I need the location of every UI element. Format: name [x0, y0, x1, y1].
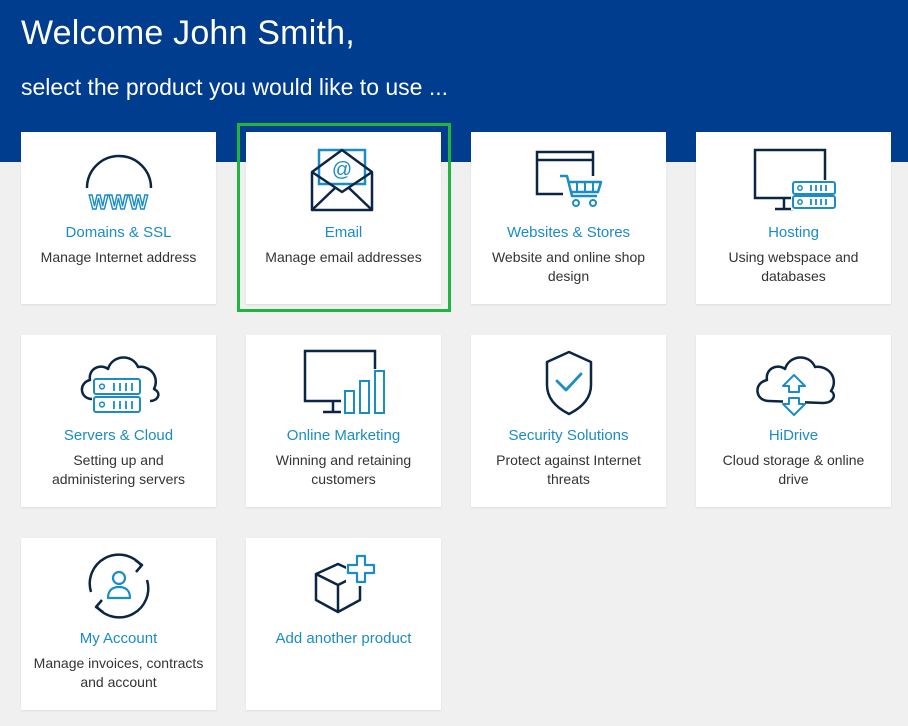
hosting-server-icon	[696, 146, 891, 214]
tile-description: Manage invoices, contracts and account	[33, 655, 204, 690]
tile-title: Websites & Stores	[506, 224, 631, 241]
tile-description: Setting up and administering servers	[51, 452, 186, 487]
account-user-icon	[21, 552, 216, 620]
tile-servers-cloud[interactable]: Servers & Cloud Setting up and administe…	[21, 335, 216, 507]
tile-description: Protect against Internet threats	[496, 452, 641, 487]
tile-title: My Account	[79, 630, 158, 647]
marketing-chart-icon	[246, 349, 441, 417]
tile-hosting[interactable]: Hosting Using webspace and databases	[696, 132, 891, 304]
server-cloud-icon	[21, 349, 216, 417]
globe-www-icon: WWW	[21, 146, 216, 214]
tile-email[interactable]: @ Email Manage email addresses	[246, 132, 441, 304]
tile-security-solutions[interactable]: Security Solutions Protect against Inter…	[471, 335, 666, 507]
tile-title: Hosting	[768, 224, 819, 241]
tile-description: Manage Internet address	[40, 249, 197, 265]
tile-title: Domains & SSL	[65, 224, 172, 241]
tile-title: Email	[324, 224, 363, 241]
welcome-subtitle: select the product you would like to use…	[21, 74, 449, 100]
email-envelope-icon: @	[246, 146, 441, 214]
tile-hidrive[interactable]: HiDrive Cloud storage & online drive	[696, 335, 891, 507]
tile-description: Using webspace and databases	[728, 249, 859, 284]
welcome-title: Welcome John Smith,	[21, 14, 355, 52]
add-product-box-icon	[246, 552, 441, 620]
tile-add-another-product[interactable]: Add another product	[246, 538, 441, 710]
www-icon-text: WWW	[89, 192, 149, 214]
tile-online-marketing[interactable]: Online Marketing Winning and retaining c…	[246, 335, 441, 507]
at-sign-text: @	[331, 159, 351, 181]
tile-title: HiDrive	[768, 427, 819, 444]
tile-description: Website and online shop design	[491, 249, 646, 284]
tile-description: Manage email addresses	[265, 249, 422, 265]
tile-title: Online Marketing	[286, 427, 401, 444]
cloud-drive-icon	[696, 349, 891, 417]
tile-domains-ssl[interactable]: WWW Domains & SSL Manage Internet addres…	[21, 132, 216, 304]
shield-check-icon	[471, 349, 666, 417]
tile-my-account[interactable]: My Account Manage invoices, contracts an…	[21, 538, 216, 710]
tile-title: Security Solutions	[508, 427, 629, 444]
tile-title: Servers & Cloud	[63, 427, 174, 444]
tile-description: Cloud storage & online drive	[722, 452, 865, 487]
tile-title: Add another product	[275, 630, 412, 647]
tile-description: Winning and retaining customers	[275, 452, 412, 487]
tile-websites-stores[interactable]: Websites & Stores Website and online sho…	[471, 132, 666, 304]
website-cart-icon	[471, 146, 666, 214]
